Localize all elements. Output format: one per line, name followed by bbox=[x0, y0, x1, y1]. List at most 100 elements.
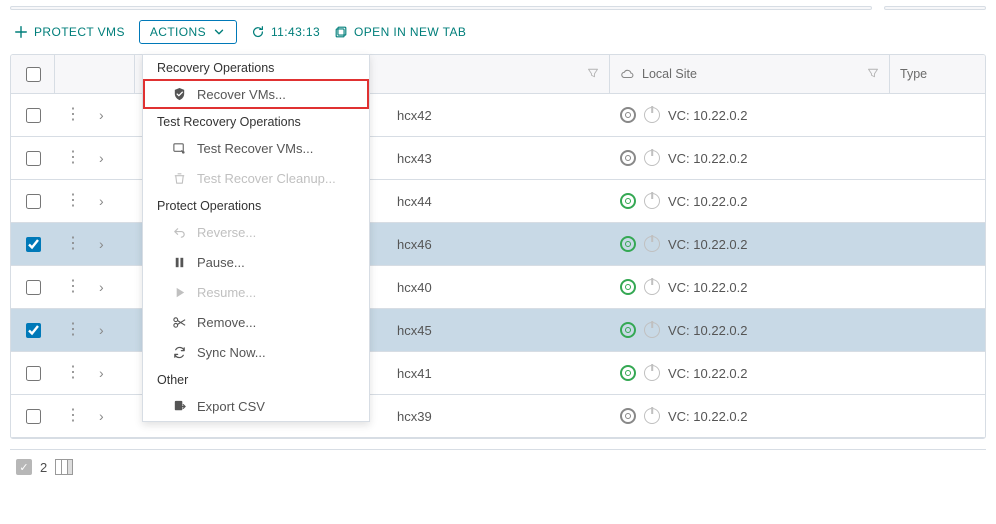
dd-pause-label: Pause... bbox=[197, 255, 245, 270]
row-expand-icon[interactable]: › bbox=[99, 107, 104, 123]
dd-resume-label: Resume... bbox=[197, 285, 256, 300]
dd-section-other: Other bbox=[143, 367, 369, 391]
row-expand-icon[interactable]: › bbox=[99, 279, 104, 295]
column-picker-button[interactable] bbox=[55, 459, 73, 475]
site-text: VC: 10.22.0.2 bbox=[668, 280, 748, 295]
dd-test-cleanup-label: Test Recover Cleanup... bbox=[197, 171, 336, 186]
actions-label: ACTIONS bbox=[150, 25, 206, 39]
refresh-button[interactable]: 11:43:13 bbox=[251, 25, 320, 39]
row-checkbox[interactable] bbox=[26, 237, 41, 252]
actions-button[interactable]: ACTIONS bbox=[139, 20, 237, 44]
row-checkbox[interactable] bbox=[26, 280, 41, 295]
open-new-tab-button[interactable]: OPEN IN NEW TAB bbox=[334, 25, 466, 39]
site-cell: VC: 10.22.0.2 bbox=[610, 137, 890, 179]
dd-recover-vms-label: Recover VMs... bbox=[197, 87, 286, 102]
row-actions-cell: ⋮› bbox=[55, 266, 135, 308]
row-menu-icon[interactable]: ⋮ bbox=[65, 408, 81, 424]
dd-export-label: Export CSV bbox=[197, 399, 265, 414]
status-icon bbox=[620, 193, 636, 209]
row-checkbox-cell bbox=[11, 94, 55, 136]
type-cell bbox=[890, 395, 985, 437]
row-menu-icon[interactable]: ⋮ bbox=[65, 193, 81, 209]
export-icon bbox=[171, 398, 187, 414]
site-cell: VC: 10.22.0.2 bbox=[610, 309, 890, 351]
site-cell: VC: 10.22.0.2 bbox=[610, 180, 890, 222]
dd-test-recover[interactable]: Test Recover VMs... bbox=[143, 133, 369, 163]
power-icon bbox=[644, 193, 660, 209]
row-actions-cell: ⋮› bbox=[55, 223, 135, 265]
row-menu-icon[interactable]: ⋮ bbox=[65, 150, 81, 166]
row-actions-cell: ⋮› bbox=[55, 94, 135, 136]
row-menu-icon[interactable]: ⋮ bbox=[65, 322, 81, 338]
dd-recover-vms[interactable]: Recover VMs... bbox=[143, 79, 369, 109]
protect-vms-button[interactable]: PROTECT VMS bbox=[14, 25, 125, 39]
dd-sync-label: Sync Now... bbox=[197, 345, 266, 360]
row-menu-icon[interactable]: ⋮ bbox=[65, 365, 81, 381]
dd-test-cleanup: Test Recover Cleanup... bbox=[143, 163, 369, 193]
row-expand-icon[interactable]: › bbox=[99, 150, 104, 166]
summary-card-small bbox=[884, 6, 986, 10]
dd-section-recovery: Recovery Operations bbox=[143, 55, 369, 79]
power-icon bbox=[644, 408, 660, 424]
row-checkbox[interactable] bbox=[26, 194, 41, 209]
type-cell bbox=[890, 180, 985, 222]
status-icon bbox=[620, 107, 636, 123]
dd-sync[interactable]: Sync Now... bbox=[143, 337, 369, 367]
cloud-icon bbox=[620, 67, 634, 81]
test-icon bbox=[171, 140, 187, 156]
type-cell bbox=[890, 137, 985, 179]
footer-selected-icon: ✓ bbox=[16, 459, 32, 475]
row-checkbox-cell bbox=[11, 266, 55, 308]
row-checkbox[interactable] bbox=[26, 323, 41, 338]
row-checkbox-cell bbox=[11, 309, 55, 351]
row-expand-icon[interactable]: › bbox=[99, 322, 104, 338]
site-text: VC: 10.22.0.2 bbox=[668, 409, 748, 424]
select-all-checkbox[interactable] bbox=[26, 67, 41, 82]
toolbar: PROTECT VMS ACTIONS 11:43:13 OPEN IN NEW… bbox=[10, 14, 986, 54]
site-text: VC: 10.22.0.2 bbox=[668, 194, 748, 209]
dd-pause[interactable]: Pause... bbox=[143, 247, 369, 277]
row-checkbox[interactable] bbox=[26, 108, 41, 123]
sync-icon bbox=[171, 344, 187, 360]
row-checkbox[interactable] bbox=[26, 151, 41, 166]
row-actions-cell: ⋮› bbox=[55, 309, 135, 351]
shield-check-icon bbox=[171, 86, 187, 102]
row-expand-icon[interactable]: › bbox=[99, 408, 104, 424]
header-local-site[interactable]: Local Site bbox=[610, 55, 890, 93]
protect-vms-label: PROTECT VMS bbox=[34, 25, 125, 39]
power-icon bbox=[644, 107, 660, 123]
row-menu-icon[interactable]: ⋮ bbox=[65, 279, 81, 295]
type-cell bbox=[890, 223, 985, 265]
row-checkbox-cell bbox=[11, 395, 55, 437]
row-menu-icon[interactable]: ⋮ bbox=[65, 107, 81, 123]
plus-icon bbox=[14, 25, 28, 39]
type-cell bbox=[890, 266, 985, 308]
dd-export-csv[interactable]: Export CSV bbox=[143, 391, 369, 421]
footer-selected-count: 2 bbox=[40, 460, 47, 475]
dd-section-test: Test Recovery Operations bbox=[143, 109, 369, 133]
dd-remove[interactable]: Remove... bbox=[143, 307, 369, 337]
dd-section-protect: Protect Operations bbox=[143, 193, 369, 217]
row-menu-icon[interactable]: ⋮ bbox=[65, 236, 81, 252]
site-cell: VC: 10.22.0.2 bbox=[610, 352, 890, 394]
row-expand-icon[interactable]: › bbox=[99, 236, 104, 252]
row-checkbox-cell bbox=[11, 223, 55, 265]
header-site-label: Local Site bbox=[642, 67, 697, 81]
filter-icon[interactable] bbox=[587, 67, 599, 82]
type-cell bbox=[890, 94, 985, 136]
filter-icon[interactable] bbox=[867, 67, 879, 82]
status-icon bbox=[620, 279, 636, 295]
scissors-icon bbox=[171, 314, 187, 330]
power-icon bbox=[644, 279, 660, 295]
site-text: VC: 10.22.0.2 bbox=[668, 237, 748, 252]
row-expand-icon[interactable]: › bbox=[99, 193, 104, 209]
dd-remove-label: Remove... bbox=[197, 315, 256, 330]
site-text: VC: 10.22.0.2 bbox=[668, 151, 748, 166]
row-checkbox[interactable] bbox=[26, 409, 41, 424]
power-icon bbox=[644, 236, 660, 252]
row-actions-cell: ⋮› bbox=[55, 395, 135, 437]
row-expand-icon[interactable]: › bbox=[99, 365, 104, 381]
power-icon bbox=[644, 150, 660, 166]
header-type[interactable]: Type bbox=[890, 55, 985, 93]
row-checkbox[interactable] bbox=[26, 366, 41, 381]
